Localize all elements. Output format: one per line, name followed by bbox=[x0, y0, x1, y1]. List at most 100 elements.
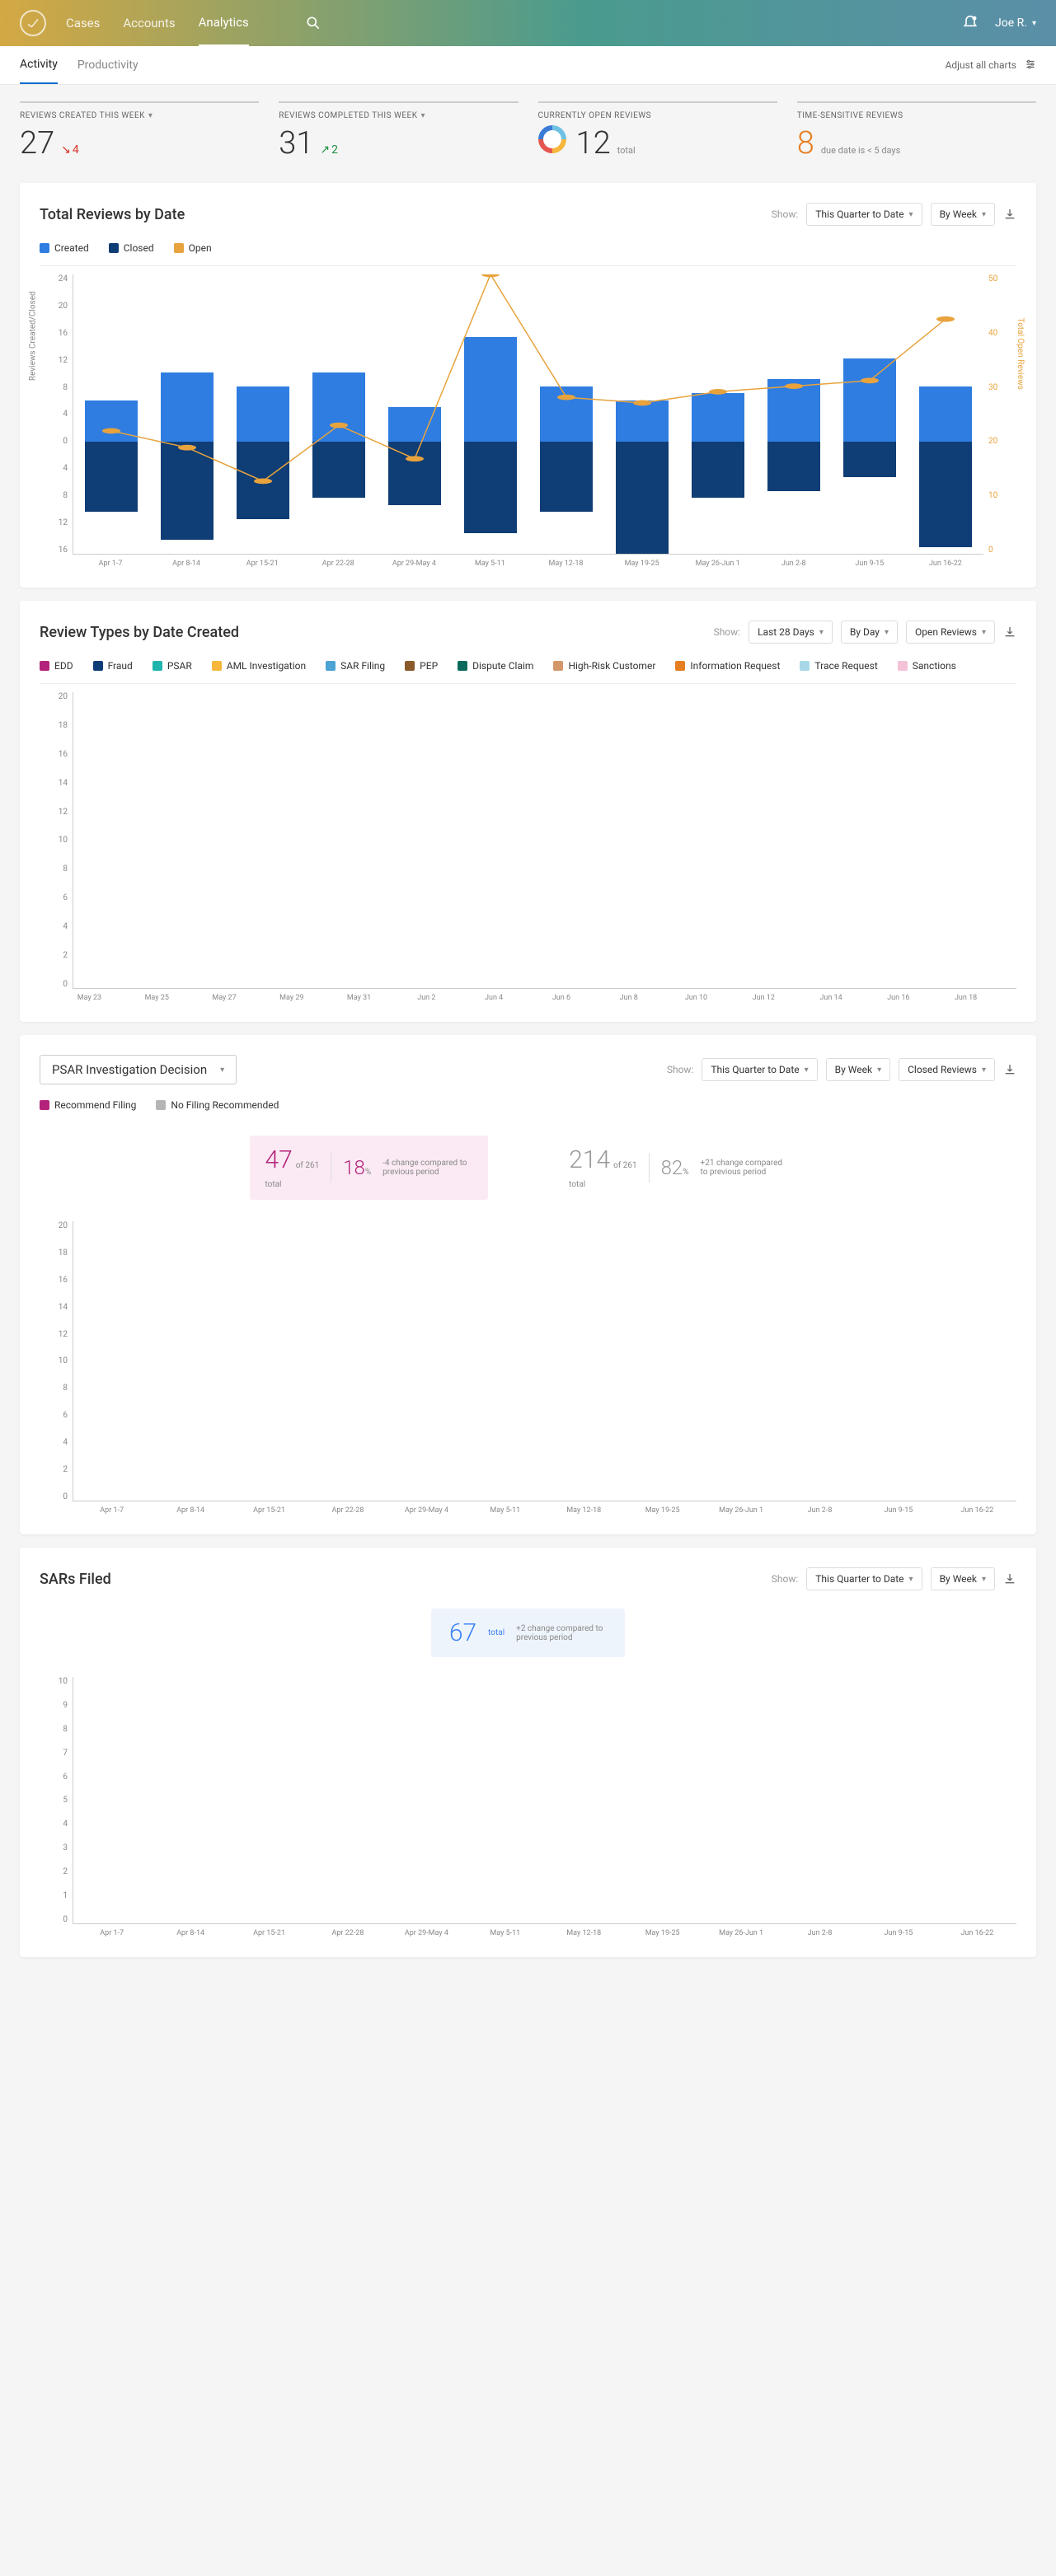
bar-slot bbox=[938, 1221, 1016, 1501]
select-range[interactable]: Last 28 Days▾ bbox=[749, 621, 833, 644]
stat-completed-delta: ↗2 bbox=[320, 143, 338, 157]
bar-slot bbox=[231, 1677, 309, 1923]
nav-accounts[interactable]: Accounts bbox=[123, 1, 175, 45]
card-sars-filed: SARs Filed Show: This Quarter to Date▾ B… bbox=[20, 1548, 1036, 1957]
select-status[interactable]: Closed Reviews▾ bbox=[899, 1058, 995, 1081]
bar-slot bbox=[832, 274, 908, 554]
bar-slot bbox=[467, 1221, 545, 1501]
legend-pep: PEP bbox=[405, 660, 438, 672]
bar-slot bbox=[579, 692, 612, 988]
bar-slot bbox=[467, 1677, 545, 1923]
summary-row: 47 of 261total 18% -4 change compared to… bbox=[40, 1119, 1016, 1221]
bar-slot bbox=[301, 274, 377, 554]
bar-slot bbox=[983, 692, 1016, 988]
bar-slot bbox=[623, 1221, 702, 1501]
bar-slot bbox=[73, 1677, 152, 1923]
legend-dispute: Dispute Claim bbox=[458, 660, 533, 672]
decision-select[interactable]: PSAR Investigation Decision▾ bbox=[40, 1055, 237, 1084]
bar-slot bbox=[915, 692, 949, 988]
bar-slot bbox=[477, 692, 511, 988]
stat-open-value: 12 bbox=[576, 125, 611, 162]
bar-slot bbox=[387, 1221, 466, 1501]
bar-slot bbox=[387, 1677, 466, 1923]
notification-icon[interactable] bbox=[962, 15, 979, 31]
search-icon[interactable] bbox=[305, 15, 321, 31]
subtab-productivity[interactable]: Productivity bbox=[77, 47, 138, 83]
bar-slot bbox=[623, 1677, 702, 1923]
stat-open-sub: total bbox=[617, 145, 636, 156]
bar-slot bbox=[781, 692, 814, 988]
download-icon[interactable] bbox=[1003, 1063, 1016, 1076]
summary-no-recommend: 214 of 261total 82% +21 change compared … bbox=[554, 1136, 805, 1200]
legend-no-recommend: No Filing Recommended bbox=[156, 1099, 279, 1111]
select-range[interactable]: This Quarter to Date▾ bbox=[806, 203, 922, 226]
stat-timesens-value: 8 bbox=[797, 125, 814, 162]
select-status[interactable]: Open Reviews▾ bbox=[906, 621, 995, 644]
bar-slot bbox=[949, 692, 983, 988]
stat-created-label: REVIEWS CREATED THIS WEEK bbox=[20, 111, 145, 120]
bar-slot bbox=[225, 274, 301, 554]
bar-slot bbox=[377, 692, 411, 988]
bar-slot bbox=[141, 692, 175, 988]
card-psar-decision: PSAR Investigation Decision▾ Show: This … bbox=[20, 1035, 1036, 1534]
bar-slot bbox=[612, 692, 646, 988]
y-axis-label-left: Reviews Created/Closed bbox=[29, 291, 38, 381]
show-label: Show: bbox=[667, 1064, 694, 1075]
chevron-down-icon[interactable]: ▾ bbox=[421, 111, 426, 120]
legend: EDD Fraud PSAR AML Investigation SAR Fil… bbox=[40, 653, 1016, 684]
select-granularity[interactable]: By Week▾ bbox=[826, 1058, 890, 1081]
legend-open: Open bbox=[174, 242, 212, 254]
bar-slot bbox=[859, 1677, 937, 1923]
bar-slot bbox=[702, 1677, 781, 1923]
stat-timesens-sub: due date is < 5 days bbox=[821, 145, 900, 156]
select-granularity[interactable]: By Week▾ bbox=[931, 1567, 995, 1590]
select-granularity[interactable]: By Day▾ bbox=[841, 621, 898, 644]
legend-closed: Closed bbox=[109, 242, 154, 254]
show-label: Show: bbox=[714, 626, 741, 638]
legend-hrc: High-Risk Customer bbox=[553, 660, 655, 672]
user-menu[interactable]: Joe R. ▾ bbox=[995, 16, 1036, 30]
stat-completed-value: 31 bbox=[279, 125, 313, 162]
legend: Recommend Filing No Filing Recommended bbox=[40, 1093, 1016, 1111]
bar-slot bbox=[242, 692, 275, 988]
bar-slot bbox=[73, 692, 107, 988]
select-range[interactable]: This Quarter to Date▾ bbox=[702, 1058, 817, 1081]
bar-slot bbox=[528, 274, 604, 554]
nav-analytics[interactable]: Analytics bbox=[199, 0, 249, 46]
bar-slot bbox=[377, 274, 453, 554]
stat-created: REVIEWS CREATED THIS WEEK ▾ 27 ↘4 bbox=[20, 101, 259, 162]
download-icon[interactable] bbox=[1003, 1572, 1016, 1585]
card-total-reviews: Total Reviews by Date Show: This Quarter… bbox=[20, 183, 1036, 588]
chart-sars-filed: 012345678910 bbox=[40, 1677, 1016, 1924]
card-title: Review Types by Date Created bbox=[40, 624, 239, 641]
bar-slot bbox=[73, 274, 149, 554]
sub-nav: Activity Productivity Adjust all charts bbox=[0, 46, 1056, 85]
bar-slot bbox=[604, 274, 680, 554]
bar-slot bbox=[646, 692, 680, 988]
select-granularity[interactable]: By Week▾ bbox=[931, 203, 995, 226]
subtab-activity[interactable]: Activity bbox=[20, 46, 58, 84]
bar-slot bbox=[444, 692, 477, 988]
settings-icon[interactable] bbox=[1025, 59, 1036, 73]
bar-slot bbox=[545, 692, 579, 988]
stat-completed: REVIEWS COMPLETED THIS WEEK ▾ 31 ↗2 bbox=[279, 101, 518, 162]
select-range[interactable]: This Quarter to Date▾ bbox=[806, 1567, 922, 1590]
card-review-types: Review Types by Date Created Show: Last … bbox=[20, 601, 1036, 1022]
bar-slot bbox=[208, 692, 242, 988]
chart-psar-decision: 02468101214161820 bbox=[40, 1221, 1016, 1501]
adjust-all-label: Adjust all charts bbox=[946, 59, 1016, 71]
legend-edd: EDD bbox=[40, 660, 73, 672]
sars-summary: 67 total +2 change compared to previous … bbox=[40, 1600, 1016, 1677]
nav-cases[interactable]: Cases bbox=[66, 1, 100, 45]
legend-aml: AML Investigation bbox=[212, 660, 306, 672]
bar-slot bbox=[152, 1677, 230, 1923]
chevron-down-icon[interactable]: ▾ bbox=[148, 111, 153, 120]
download-icon[interactable] bbox=[1003, 625, 1016, 639]
bar-slot bbox=[511, 692, 545, 988]
card-title: SARs Filed bbox=[40, 1571, 111, 1588]
stat-created-value: 27 bbox=[20, 125, 54, 162]
bar-slot bbox=[309, 692, 343, 988]
download-icon[interactable] bbox=[1003, 208, 1016, 221]
logo[interactable] bbox=[20, 10, 46, 36]
bar-slot bbox=[680, 274, 756, 554]
